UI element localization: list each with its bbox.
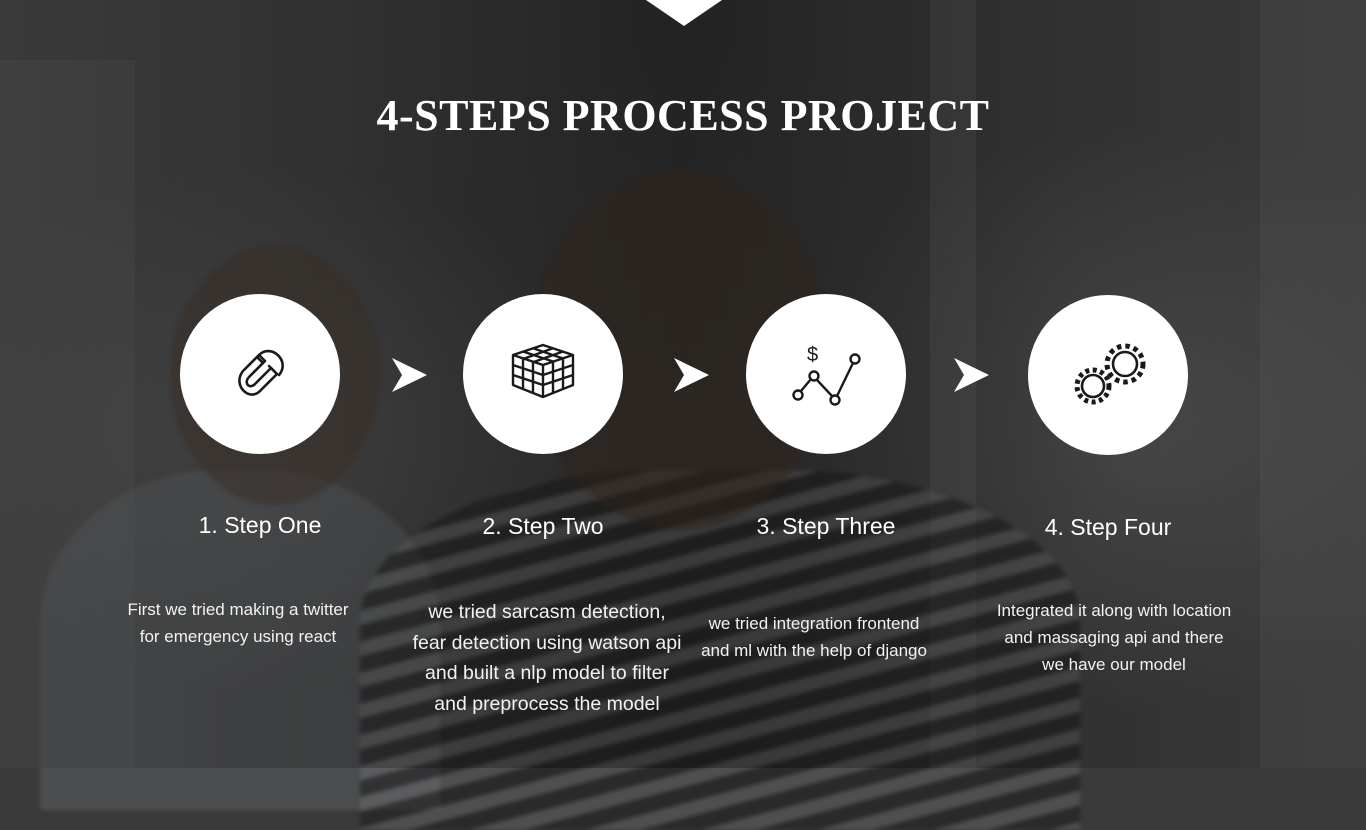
arrow-right-icon [672, 356, 710, 394]
step-three-circle: $ [746, 294, 906, 454]
step-one-description: First we tried making a twitter for emer… [127, 600, 349, 646]
step-one-circle [180, 294, 340, 454]
step-four-title: 4. Step Four [1044, 514, 1172, 540]
step-one-title: 1. Step One [198, 512, 322, 538]
magnet-icon [238, 349, 284, 396]
step-four-description: Integrated it along with location and ma… [996, 601, 1232, 674]
arrow-right-icon [390, 356, 428, 394]
step-two-title: 2. Step Two [482, 513, 604, 539]
step-two-description: we tried sarcasm detection, fear detecti… [412, 601, 682, 715]
dollar-line-chart-icon: $ [792, 344, 861, 406]
step-four-circle [1028, 295, 1188, 455]
arrow-right-icon [952, 356, 990, 394]
page-title: 4-STEPS PROCESS PROJECT [376, 91, 990, 140]
cube-grid-icon [511, 343, 575, 399]
svg-text:$: $ [807, 344, 818, 366]
step-three-title: 3. Step Three [756, 513, 896, 539]
step-two-circle [463, 294, 623, 454]
top-notch-decoration [646, 0, 722, 26]
gears-icon [1074, 343, 1146, 405]
step-three-description: we tried integration frontend and ml wit… [701, 614, 927, 660]
